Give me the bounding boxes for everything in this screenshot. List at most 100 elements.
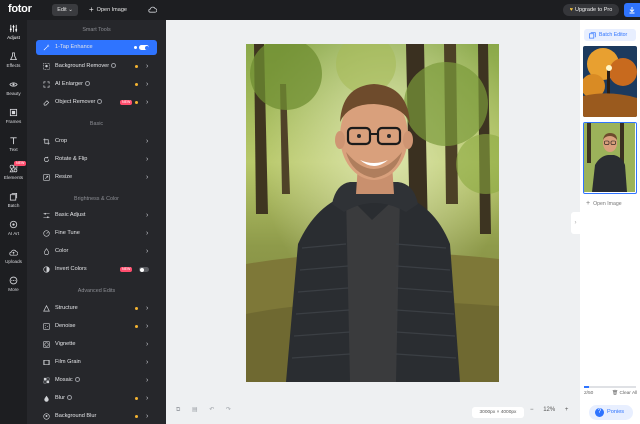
premium-dot — [135, 325, 138, 328]
right-panel-collapse-handle[interactable]: › — [571, 212, 580, 234]
fotor-logo[interactable]: fotor — [8, 3, 32, 15]
tool-fine-tune[interactable]: Fine Tune › — [36, 226, 157, 241]
tool-label: Blur — [55, 391, 72, 406]
chevron-right-icon: › — [146, 174, 149, 181]
rail-item-adjust[interactable]: Adjust — [0, 24, 27, 52]
tool-1-tap-enhance[interactable]: 1-Tap Enhance — [36, 40, 157, 55]
tool-crop[interactable]: Crop › — [36, 134, 157, 149]
plus-icon: + — [89, 5, 94, 14]
tool-object-remover[interactable]: Object Remover NEW › — [36, 95, 157, 110]
rail-item-effects[interactable]: Effects — [0, 52, 27, 80]
thumbnail-portrait-selected[interactable] — [583, 122, 637, 194]
info-icon[interactable] — [74, 376, 80, 382]
rail-item-uploads[interactable]: Uploads — [0, 248, 27, 276]
rail-item-ai-art[interactable]: AI Art — [0, 220, 27, 248]
rail-item-more[interactable]: More — [0, 276, 27, 304]
zoom-out-icon[interactable]: − — [530, 407, 534, 413]
invert-toggle[interactable] — [139, 267, 149, 272]
enlarge-icon — [43, 81, 50, 88]
tool-film-grain[interactable]: Film Grain › — [36, 355, 157, 370]
cloud-icon[interactable] — [148, 5, 157, 14]
premium-dot — [135, 83, 138, 86]
clear-all-button[interactable]: 🗑 Clear All — [612, 391, 637, 396]
flask-icon — [9, 52, 18, 61]
chevron-right-icon: › — [146, 305, 149, 312]
tool-label: Resize — [55, 174, 73, 180]
chevron-right-icon: › — [146, 230, 149, 237]
premium-dot — [135, 101, 138, 104]
edit-menu-button[interactable]: Edit ⌄ — [52, 4, 78, 16]
crown-icon: ♥ — [569, 7, 573, 13]
tool-label-text: Blur — [55, 395, 65, 401]
tool-label: Background Blur — [55, 413, 97, 419]
zoom-controls: − 12% + — [526, 407, 572, 413]
tool-basic-adjust[interactable]: Basic Adjust › — [36, 208, 157, 223]
rail-item-batch[interactable]: Batch — [0, 192, 27, 220]
tool-label: Color — [55, 248, 69, 254]
download-button[interactable] — [624, 3, 640, 17]
text-icon — [10, 137, 17, 145]
tool-vignette[interactable]: Vignette › — [36, 337, 157, 352]
tool-resize[interactable]: Resize › — [36, 170, 157, 185]
tool-color[interactable]: Color › — [36, 244, 157, 259]
info-icon[interactable] — [66, 394, 72, 400]
rail-label: Uploads — [5, 259, 22, 264]
tool-rotate-flip[interactable]: Rotate & Flip › — [36, 152, 157, 167]
section-smart-tools: Smart Tools — [82, 27, 111, 33]
open-image-side-label: Open Image — [593, 201, 622, 207]
tool-label: Denoise — [55, 323, 76, 329]
tool-denoise[interactable]: Denoise › — [36, 319, 157, 334]
help-button[interactable]: ? Ponies — [589, 405, 633, 420]
eye-icon — [9, 82, 18, 87]
info-icon[interactable] — [84, 80, 90, 86]
download-icon — [629, 7, 635, 14]
undo-icon[interactable]: ↶ — [209, 407, 214, 413]
tool-ai-enlarger[interactable]: AI Enlarger › — [36, 77, 157, 92]
rail-item-frames[interactable]: Frames — [0, 108, 27, 136]
rail-label: Adjust — [7, 35, 20, 40]
tool-structure[interactable]: Structure › — [36, 301, 157, 316]
batch-editor-button[interactable]: Batch Editor — [584, 29, 636, 41]
chevron-right-icon: › — [146, 395, 149, 402]
premium-dot — [135, 415, 138, 418]
more-icon — [9, 276, 18, 285]
open-image-button[interactable]: + Open Image — [89, 4, 127, 16]
premium-dot — [134, 46, 137, 49]
info-icon[interactable] — [97, 98, 103, 104]
eraser-icon — [43, 100, 50, 106]
portrait-image — [246, 44, 499, 382]
edited-photo[interactable] — [246, 44, 499, 382]
film-icon — [43, 360, 50, 365]
plus-icon: + — [586, 200, 591, 207]
color-drop-icon — [44, 248, 49, 255]
layers-icon[interactable]: ▤ — [192, 407, 198, 413]
blur-icon — [44, 395, 49, 402]
canvas-toolbar: ⧉ ▤ ↶ ↷ — [176, 406, 241, 414]
upgrade-to-pro-button[interactable]: ♥ Upgrade to Pro — [563, 4, 619, 16]
tool-mosaic[interactable]: Mosaic › — [36, 373, 157, 388]
thumbnail-autumn-scene[interactable] — [583, 46, 637, 117]
portrait-thumbnail-image — [584, 123, 635, 192]
rail-label: Beauty — [6, 91, 21, 96]
rail-item-elements[interactable]: NEW Elements — [0, 161, 27, 192]
tool-blur[interactable]: Blur › — [36, 391, 157, 406]
image-count-track — [584, 386, 636, 388]
tool-background-blur[interactable]: Background Blur › — [36, 409, 157, 424]
enhance-toggle[interactable] — [139, 45, 149, 50]
zoom-in-icon[interactable]: + — [565, 407, 569, 413]
background-remover-icon — [43, 63, 50, 70]
tool-invert-colors[interactable]: Invert Colors NEW — [36, 262, 157, 277]
rail-label: Elements — [3, 175, 24, 180]
rail-item-beauty[interactable]: Beauty — [0, 80, 27, 108]
adjust-panel: Smart Tools 1-Tap Enhance Background Rem… — [27, 20, 166, 424]
rail-label: More — [8, 287, 19, 292]
chevron-right-icon: › — [146, 81, 149, 88]
info-icon[interactable] — [111, 62, 117, 68]
open-image-side-button[interactable]: + Open Image — [586, 200, 636, 207]
rail-item-text[interactable]: Text — [0, 136, 27, 164]
compare-icon[interactable]: ⧉ — [176, 407, 180, 413]
redo-icon[interactable]: ↷ — [226, 407, 231, 413]
zoom-level[interactable]: 12% — [543, 407, 555, 413]
adjust-icon — [43, 212, 50, 219]
tool-background-remover[interactable]: Background Remover › — [36, 59, 157, 74]
